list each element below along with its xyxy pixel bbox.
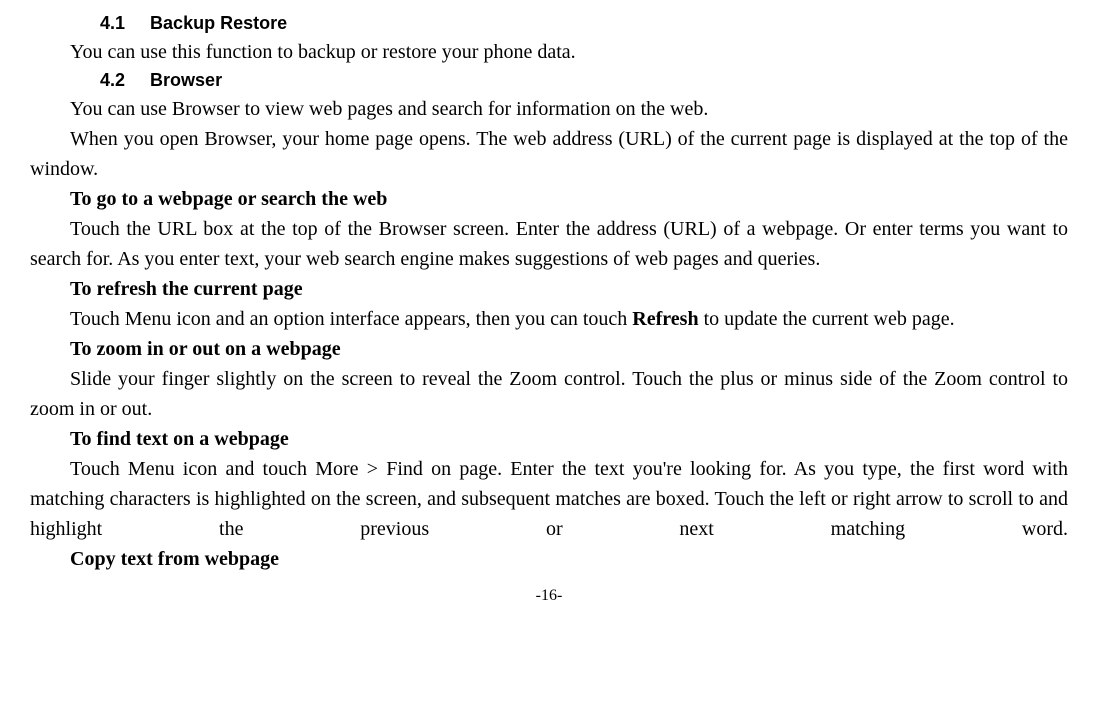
section-num: 4.2 (100, 67, 125, 94)
page-number: -16- (30, 584, 1068, 608)
paragraph: You can use this function to backup or r… (30, 37, 1068, 67)
paragraph: Slide your finger slightly on the screen… (30, 364, 1068, 424)
section-title: Backup Restore (150, 13, 287, 33)
text: to update the current web page. (699, 308, 955, 330)
bold-text: Refresh (632, 308, 698, 330)
sub-heading: To refresh the current page (70, 274, 1068, 304)
section-num: 4.1 (100, 10, 125, 37)
sub-heading: Copy text from webpage (70, 544, 1068, 574)
section-heading-4-1: 4.1 Backup Restore (100, 10, 1068, 37)
sub-heading: To go to a webpage or search the web (70, 184, 1068, 214)
paragraph: Touch Menu icon and an option interface … (30, 304, 1068, 334)
sub-heading: To zoom in or out on a webpage (70, 334, 1068, 364)
paragraph: When you open Browser, your home page op… (30, 124, 1068, 184)
text: Touch Menu icon and an option interface … (70, 308, 632, 330)
paragraph: You can use Browser to view web pages an… (30, 94, 1068, 124)
section-title: Browser (150, 70, 222, 90)
sub-heading: To find text on a webpage (70, 424, 1068, 454)
paragraph: Touch Menu icon and touch More > Find on… (30, 454, 1068, 544)
paragraph: Touch the URL box at the top of the Brow… (30, 214, 1068, 274)
section-heading-4-2: 4.2 Browser (100, 67, 1068, 94)
